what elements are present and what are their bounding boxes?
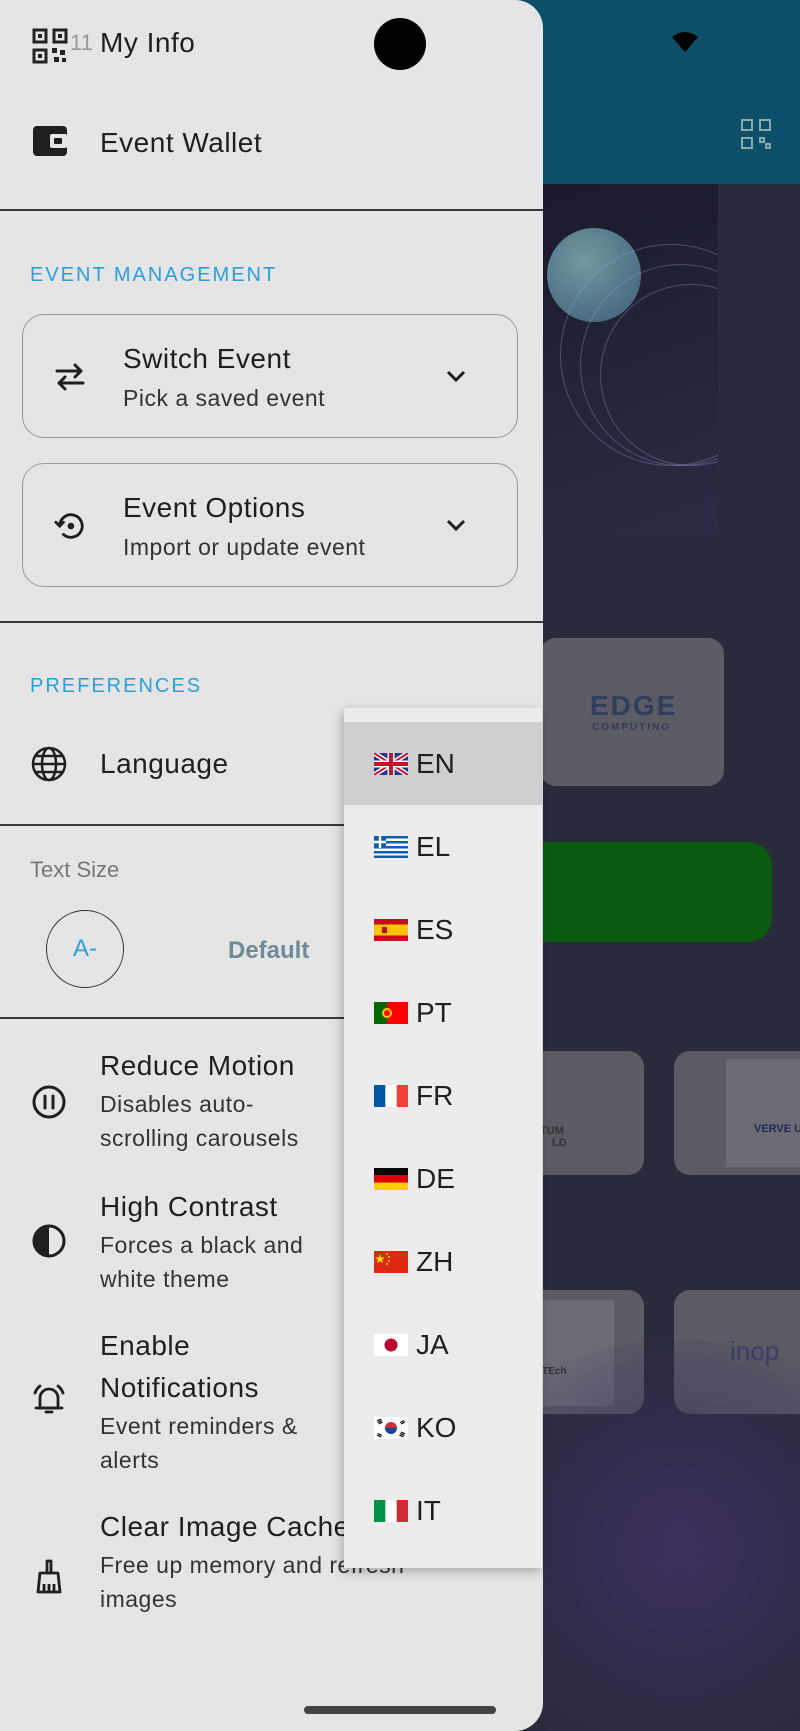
notifications-title: Enable Notifications [100,1330,260,1403]
language-option-el[interactable]: EL [344,805,542,888]
divider [0,209,543,211]
switch-event-title: Switch Event [123,343,291,374]
home-indicator [304,1706,496,1714]
korea-flag-icon [374,1417,408,1439]
spain-flag-icon [374,919,408,941]
text-size-label: Text Size [30,857,120,882]
language-option-en[interactable]: EN [344,722,542,805]
pause-circle-icon [32,1085,66,1119]
divider [0,621,543,623]
portugal-flag-icon [374,1002,408,1024]
event-options-dropdown[interactable]: Event Options Import or update event [22,463,518,587]
greece-flag-icon [374,836,408,858]
germany-flag-icon [374,1168,408,1190]
event-options-subtitle: Import or update event [123,534,366,560]
sponsor-card[interactable]: EDGE COMPUTING [540,638,724,786]
decrease-text-size-button[interactable]: A- [46,910,124,988]
language-option-ja[interactable]: JA [344,1303,542,1386]
language-option-pt[interactable]: PT [344,971,542,1054]
chevron-down-icon [446,519,466,532]
language-option-fr[interactable]: FR [344,1054,542,1137]
status-time: 11 [70,30,93,55]
reduce-motion-subtitle: Disables auto-scrolling carousels [100,1091,299,1151]
swap-arrows-icon [55,363,85,391]
globe-icon [31,746,67,782]
event-options-title: Event Options [123,492,306,523]
language-option-es[interactable]: ES [344,888,542,971]
qr-code-icon [32,28,68,64]
china-flag-icon [374,1251,408,1273]
drawer-item-event-wallet[interactable]: Event Wallet [100,127,262,159]
primary-action-button[interactable] [520,842,772,942]
france-flag-icon [374,1085,408,1107]
broom-icon [36,1559,62,1594]
language-label[interactable]: Language [100,748,229,780]
chevron-down-icon [446,370,466,383]
camera-cutout [374,18,426,70]
language-option-it[interactable]: IT [344,1469,542,1552]
section-label-preferences: PREFERENCES [30,675,203,697]
divider [0,1017,350,1019]
high-contrast-subtitle: Forces a black and white theme [100,1232,304,1292]
uk-flag-icon [374,753,408,775]
history-icon [54,513,84,539]
bell-alert-icon [33,1384,65,1414]
sponsor-card[interactable]: VERVE U [674,1051,800,1175]
switch-event-subtitle: Pick a saved event [123,385,326,411]
contrast-icon [32,1224,66,1258]
language-option-de[interactable]: DE [344,1137,542,1220]
drawer-item-my-info[interactable]: My Info [100,27,195,59]
japan-flag-icon [374,1334,408,1356]
language-dropdown-menu: EN EL ES PT FR DE ZH JA KO IT [344,708,542,1568]
wallet-icon [33,126,67,156]
qr-scan-icon[interactable] [738,116,774,152]
text-size-value: Default [228,937,310,964]
language-option-ko[interactable]: KO [344,1386,542,1469]
event-banner-image[interactable] [520,184,718,536]
divider [0,824,350,826]
language-option-zh[interactable]: ZH [344,1220,542,1303]
section-label-event-management: EVENT MANAGEMENT [30,264,278,286]
notifications-subtitle: Event reminders & alerts [100,1413,298,1473]
switch-event-dropdown[interactable]: Switch Event Pick a saved event [22,314,518,438]
wifi-icon [672,32,698,52]
italy-flag-icon [374,1500,408,1522]
